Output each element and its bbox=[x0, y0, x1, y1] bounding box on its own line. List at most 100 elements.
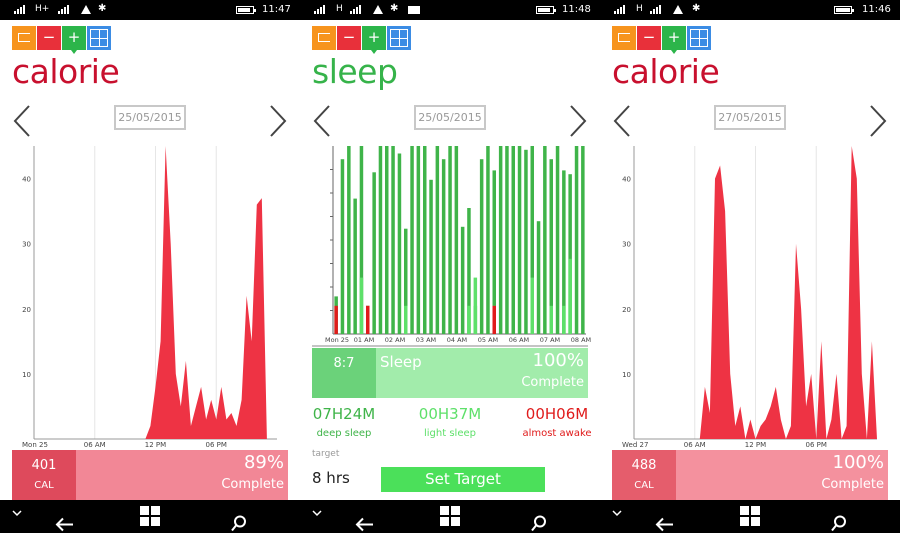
calorie-progress: 89% Complete bbox=[76, 450, 288, 500]
sleep-bar-deep-sleep bbox=[498, 146, 503, 334]
plus-tile-button[interactable]: + bbox=[362, 26, 386, 54]
battery-icon bbox=[834, 6, 854, 14]
search-icon[interactable] bbox=[230, 507, 248, 533]
sleep-bar-light-sleep bbox=[549, 305, 553, 334]
grid-tile-button[interactable] bbox=[687, 26, 711, 50]
minus-tile-button[interactable]: − bbox=[637, 26, 661, 50]
x-tick-label: 02 AM bbox=[385, 336, 405, 344]
sleep-bar-deep-sleep bbox=[555, 146, 560, 334]
plus-tile-button[interactable]: + bbox=[662, 26, 686, 54]
back-icon[interactable] bbox=[655, 508, 675, 533]
y-tick-label: 20 bbox=[22, 306, 31, 314]
signal-icon bbox=[14, 5, 26, 14]
plus-icon: + bbox=[67, 28, 81, 46]
grid-tile-button[interactable] bbox=[387, 26, 411, 50]
chevron-right-icon[interactable] bbox=[868, 104, 888, 138]
sleep-bar-deep-sleep bbox=[441, 159, 446, 334]
sleep-bar-deep-sleep bbox=[454, 146, 459, 334]
x-tick-label: 12 PM bbox=[145, 441, 166, 449]
battery-icon bbox=[236, 6, 256, 14]
sleep-summary: 8:7 Sleep 100% Complete bbox=[312, 348, 588, 398]
calorie-unit: CAL bbox=[634, 480, 654, 491]
sleep-bar-deep-sleep bbox=[486, 146, 490, 334]
set-target-button[interactable]: Set Target bbox=[381, 467, 545, 492]
back-icon[interactable] bbox=[55, 508, 75, 533]
y-tick-label: 40 bbox=[622, 176, 631, 184]
calorie-percent: 100% bbox=[832, 452, 884, 473]
windows-start-icon[interactable] bbox=[440, 506, 460, 526]
deep-sleep-stat: 07H24M deep sleep bbox=[312, 405, 376, 439]
complete-label: Complete bbox=[221, 477, 284, 492]
clock: 11:47 bbox=[262, 4, 291, 15]
calorie-summary: 488 CAL 100% Complete bbox=[612, 450, 888, 500]
sleep-bar-deep-sleep bbox=[429, 179, 433, 334]
x-tick-label: 12 PM bbox=[745, 441, 766, 449]
target-hours: 8 hrs bbox=[312, 469, 350, 487]
chevron-down-icon[interactable] bbox=[12, 508, 22, 518]
bluetooth-icon: ✱ bbox=[390, 3, 399, 14]
clock: 11:46 bbox=[862, 4, 891, 15]
windows-start-icon[interactable] bbox=[140, 506, 160, 526]
x-tick-label: Wed 27 bbox=[622, 441, 648, 449]
sleep-bar-light-sleep bbox=[562, 305, 566, 334]
wifi-triangle-icon bbox=[373, 5, 383, 14]
search-icon[interactable] bbox=[830, 507, 848, 533]
chevron-left-icon[interactable] bbox=[12, 104, 32, 138]
deep-sleep-value: 07H24M bbox=[312, 405, 376, 423]
chevron-right-icon[interactable] bbox=[568, 104, 588, 138]
light-sleep-caption: light sleep bbox=[424, 428, 476, 439]
calorie-value: 488 bbox=[631, 458, 657, 473]
back-icon[interactable] bbox=[355, 508, 375, 533]
minus-icon: − bbox=[42, 28, 56, 46]
date-field[interactable]: 27/05/2015 bbox=[714, 105, 786, 130]
screens-composite: H+ ✱ 11:47 − + calorie 25/05/2015 10 20 30… bbox=[0, 0, 900, 533]
chevron-right-icon[interactable] bbox=[268, 104, 288, 138]
calendar-tile-button[interactable] bbox=[312, 26, 336, 50]
sleep-bar-deep-sleep bbox=[435, 146, 440, 334]
calendar-tile-button[interactable] bbox=[612, 26, 636, 50]
sleep-bar-deep-sleep bbox=[423, 146, 427, 334]
sleep-bar-light-sleep bbox=[568, 258, 572, 334]
x-tick-label: 01 AM bbox=[354, 336, 374, 344]
x-tick-label: 06 PM bbox=[206, 441, 227, 449]
grid-icon bbox=[390, 29, 408, 47]
complete-label: Complete bbox=[521, 375, 584, 390]
signal-icon bbox=[614, 5, 626, 14]
sleep-bar-deep-sleep bbox=[385, 146, 389, 334]
calendar-tile-button[interactable] bbox=[12, 26, 36, 50]
sleep-bar-light-sleep bbox=[530, 277, 534, 334]
y-tick-label: 30 bbox=[622, 241, 631, 249]
sleep-bar-deep-sleep bbox=[543, 146, 547, 334]
grid-tile-button[interactable] bbox=[87, 26, 111, 50]
sleep-bar-almost-awake bbox=[334, 305, 338, 334]
chevron-left-icon[interactable] bbox=[312, 104, 332, 138]
sleep-bar-chart: Mon 25 01 AM 02 AM 03 AM 04 AM 05 AM 06 AM 07 A… bbox=[312, 146, 591, 347]
chevron-down-icon[interactable] bbox=[612, 508, 622, 518]
minus-tile-button[interactable]: − bbox=[37, 26, 61, 50]
date-field[interactable]: 25/05/2015 bbox=[414, 105, 486, 130]
plus-tile-button[interactable]: + bbox=[62, 26, 86, 54]
sleep-bar-deep-sleep bbox=[536, 221, 541, 334]
date-field[interactable]: 25/05/2015 bbox=[114, 105, 186, 130]
y-tick-label: 30 bbox=[22, 241, 31, 249]
grid-icon bbox=[90, 29, 108, 47]
calorie-value-box: 488 CAL bbox=[612, 450, 676, 500]
x-tick-label: Mon 25 bbox=[325, 336, 349, 344]
y-tick-label: 20 bbox=[622, 306, 631, 314]
chevron-left-icon[interactable] bbox=[612, 104, 632, 138]
system-nav-bar bbox=[600, 500, 900, 533]
sleep-bar-light-sleep bbox=[467, 305, 471, 334]
windows-start-icon[interactable] bbox=[740, 506, 760, 526]
light-sleep-stat: 00H37M light sleep bbox=[415, 405, 485, 439]
search-icon[interactable] bbox=[530, 507, 548, 533]
chevron-down-icon[interactable] bbox=[312, 508, 322, 518]
sleep-label: Sleep bbox=[380, 353, 422, 371]
status-bar: H+ ✱ 11:47 bbox=[0, 0, 300, 20]
battery-icon bbox=[536, 6, 556, 14]
sleep-bar-deep-sleep bbox=[581, 146, 585, 334]
minus-tile-button[interactable]: − bbox=[337, 26, 361, 50]
page-title: calorie bbox=[612, 52, 720, 91]
sleep-bar-deep-sleep bbox=[391, 146, 395, 334]
system-nav-bar bbox=[0, 500, 300, 533]
grid-icon bbox=[690, 29, 708, 47]
